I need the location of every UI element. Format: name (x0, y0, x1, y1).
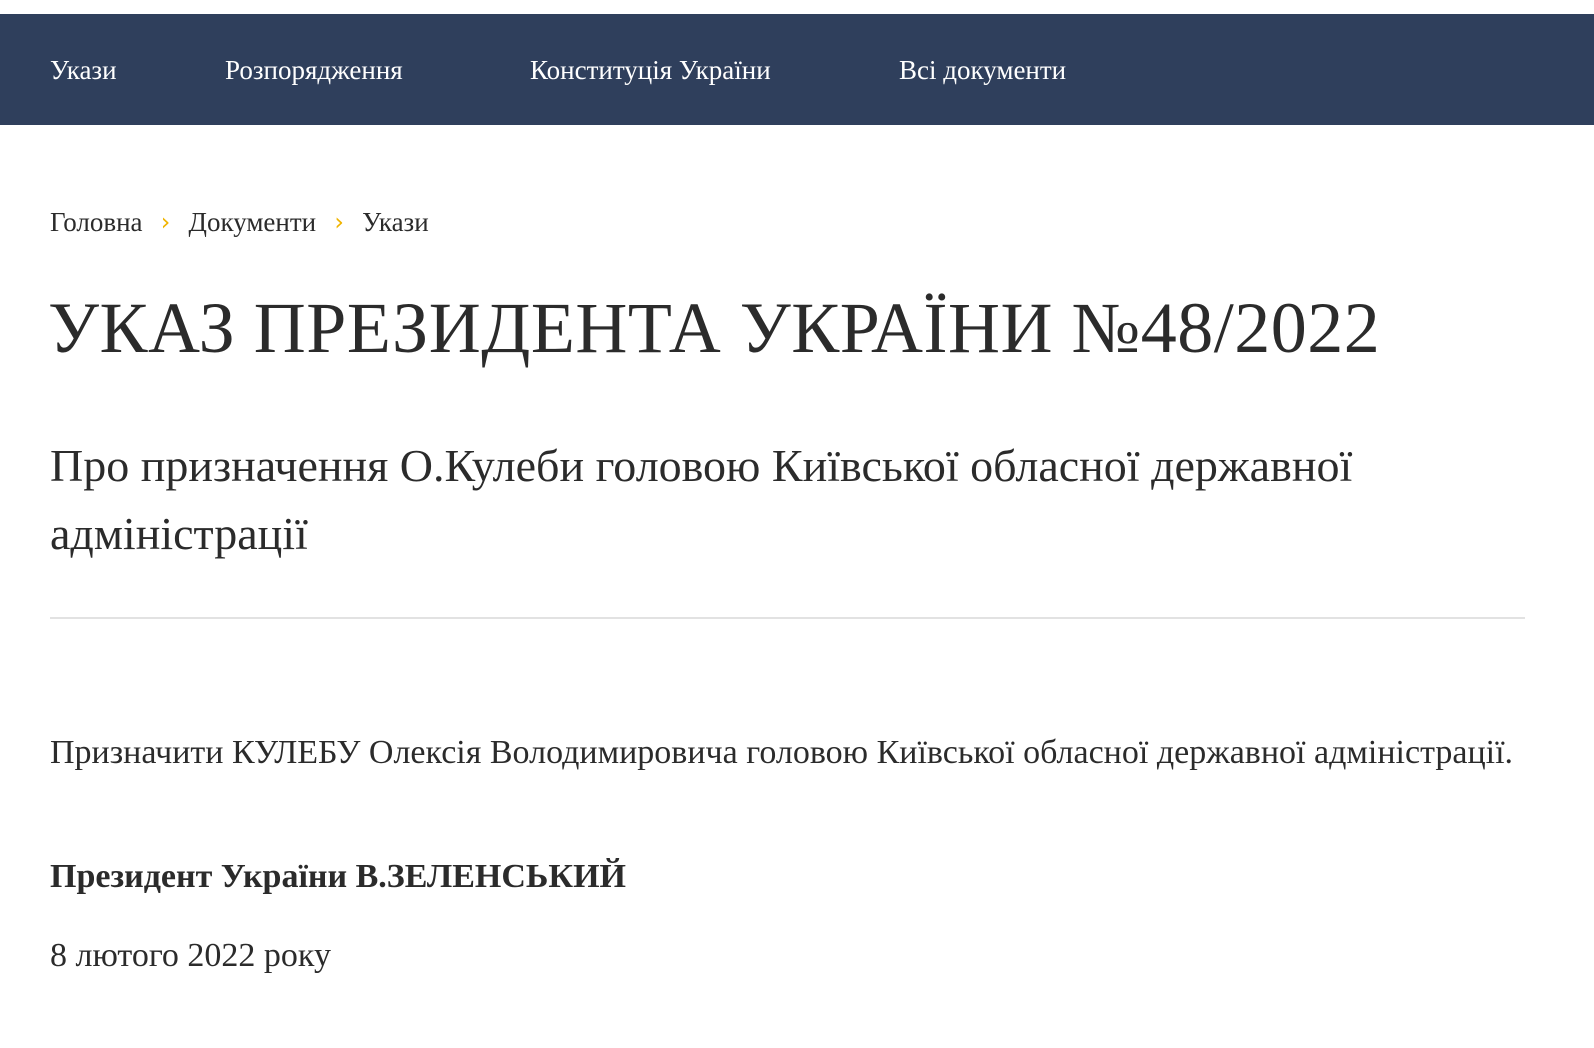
document-subtitle: Про призначення О.Кулеби головою Київськ… (50, 440, 1353, 559)
page-title: УКАЗ ПРЕЗИДЕНТА УКРАЇНИ №48/2022 (48, 288, 1381, 368)
divider (50, 617, 1525, 619)
document-body: Призначити КУЛЕБУ Олексія Володимировича… (50, 734, 1514, 771)
nav-item-all-documents[interactable]: Всі документи (899, 54, 1066, 86)
nav-item-constitution[interactable]: Конституція України (530, 54, 771, 86)
chevron-right-icon: › (160, 208, 171, 236)
breadcrumb-documents[interactable]: Документи (189, 207, 317, 238)
chevron-right-icon: › (334, 208, 344, 236)
main-navbar: Укази Розпорядження Конституція України … (0, 14, 1594, 125)
breadcrumb-decrees[interactable]: Укази (362, 207, 429, 238)
document-date: 8 лютого 2022 року (50, 937, 331, 974)
top-strip (0, 0, 1594, 15)
nav-item-orders[interactable]: Розпорядження (225, 54, 403, 86)
document-signature: Президент України В.ЗЕЛЕНСЬКИЙ (50, 858, 626, 895)
breadcrumb: Головна › Документи › Укази (50, 204, 429, 240)
breadcrumb-home[interactable]: Головна (50, 207, 143, 238)
nav-item-decrees[interactable]: Укази (50, 54, 117, 86)
